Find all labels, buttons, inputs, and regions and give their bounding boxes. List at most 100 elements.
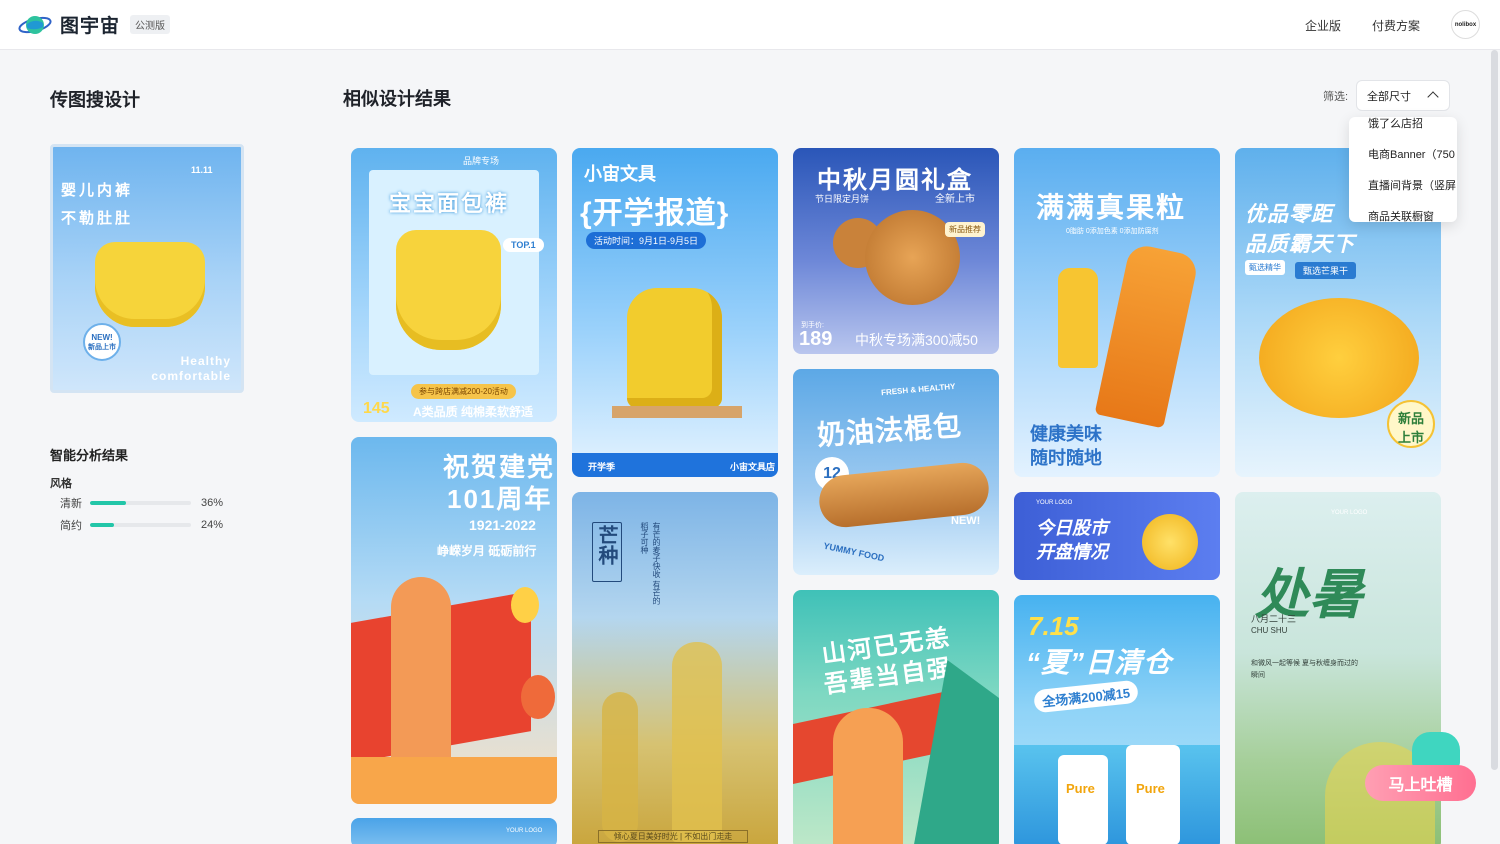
card-date: 八月二十三 [1251,614,1297,624]
card-date: 7.15 [1028,611,1079,641]
new-label: NEW! [951,515,981,527]
size-filter-select[interactable]: 全部尺寸 [1356,80,1450,111]
filter-option[interactable]: 直播间背景（竖屏 [1368,177,1456,193]
design-card-partial[interactable]: YOUR LOGO [351,818,557,844]
mango-illustration [1259,298,1419,418]
style-value: 36% [201,497,224,509]
design-card-diaper[interactable]: 品牌专场 宝宝面包裤 TOP.1 参与跨店满减200-20活动 145 A类品质… [351,148,557,422]
design-card-country[interactable]: 山河已无恙 吾辈当自强 [793,590,999,844]
card-line2: 开盘情况 [1036,542,1108,562]
water-illustration [1014,745,1220,844]
card-tag: FRESH & HEALTHY [880,381,956,398]
card-years: 1921-2022 [469,517,536,533]
card-headline: “夏”日清仓 [1026,647,1173,678]
design-card-school[interactable]: 小宙文具 {开学报道} 活动时间：9月1日-9月5日 开学季 小宙文具店 [572,148,778,477]
rice-illustration [602,692,638,842]
card-footer: 倾心夏日美好时光 | 不如出门走走 [598,830,748,843]
filter-option[interactable]: 商品关联橱窗 [1368,208,1434,222]
card-line1: 今日股市 [1036,518,1108,538]
logo[interactable]: 图宇宙 公测版 [18,11,171,38]
app-name: 图宇宙 [60,16,121,37]
coins-illustration [1142,514,1198,570]
balloon-illustration [521,675,555,719]
feedback-label: 马上吐槽 [1388,777,1453,794]
card-sub: 0脂肪 0添加色素 0添加防腐剂 [1066,228,1159,235]
planet-logo-icon [18,15,52,34]
style-bar-fill [90,523,115,527]
card-line1: 健康美味 [1030,424,1102,444]
left-panel-title: 传图搜设计 [50,90,140,110]
card-verse: 有芒的麦子快收 有芒的稻子可种 [640,522,661,605]
design-card-juice[interactable]: 满满真果粒 0脂肪 0添加色素 0添加防腐剂 健康美味 随时随地 [1014,148,1220,477]
balloon-illustration [511,587,539,623]
diaper-illustration [95,242,205,327]
style-stat-row: 清新 36% [60,496,223,510]
new-badge: NEW! 新品上市 [83,323,121,361]
style-stat-row: 简约 24% [60,518,223,532]
new-badge: 新品 上市 [1387,400,1435,448]
design-card-mangzhong[interactable]: 芒种 有芒的麦子快收 有芒的稻子可种 倾心夏日美好时光 | 不如出门走走 [572,492,778,844]
diaper-illustration [396,230,501,350]
drink-carton-illustration [1058,755,1108,844]
filter-option[interactable]: 电商Banner（750 [1368,146,1455,162]
card-desc: 和微风一起等候 夏与秋缠身而过的瞬间 [1251,660,1358,679]
page-scrollbar[interactable] [1491,50,1498,770]
card-desc: A类品质 纯棉柔软舒适 [413,405,534,419]
filter-value: 全部尺寸 [1367,90,1411,103]
tag-pill: 甄选精华 [1245,260,1285,275]
card-headline: {开学报道} [580,197,730,230]
style-bar-fill [90,501,127,505]
pillar-illustration [833,708,903,844]
filter-option[interactable]: 饿了么店招 [1368,117,1423,131]
card-headline: 奶油法棍包 [816,409,964,452]
new-badge-line1: 新品 [1397,411,1424,426]
new-badge-cn: 新品上市 [88,344,116,351]
card-logo: YOUR LOGO [1331,510,1368,516]
juice-bottle-illustration [1094,242,1200,429]
feedback-button[interactable]: 马上吐槽 [1365,765,1476,801]
card-title: 芒种 [592,522,622,582]
design-card-stock[interactable]: YOUR LOGO 今日股市 开盘情况 [1014,492,1220,580]
style-label: 清新 [60,498,82,510]
query-image[interactable]: 婴儿内裤 不勒肚肚 11.11 NEW! 新品上市 Healthy comfor… [50,144,244,393]
new-badge: 新品推荐 [945,222,985,237]
filter-dropdown: 饿了么店招 电商Banner（750 直播间背景（竖屏 商品关联橱窗 [1349,117,1457,222]
yummy-label: YUMMY FOOD [822,540,886,564]
nav-pricing[interactable]: 付费方案 [1372,17,1420,34]
card-logo: YOUR LOGO [1036,500,1073,506]
style-label: 简约 [60,520,82,532]
card-tag: 品牌专场 [463,156,500,166]
card-price: 145 [363,400,390,417]
card-sub: 峥嵘岁月 砥砺前行 [437,544,537,558]
query-image-tail1: Healthy [180,354,231,368]
juice-bottle-illustration [1058,268,1098,368]
style-bar [90,523,191,527]
card-promo: 中秋专场满300减50 [855,332,978,348]
avatar[interactable]: nolibox [1451,10,1480,39]
new-badge-en: NEW! [91,333,113,342]
card-headline-2: 101周年 [447,484,553,514]
style-value: 24% [201,519,224,531]
card-logo: YOUR LOGO [506,828,543,834]
query-image-line1: 婴儿内裤 [61,182,134,199]
chevron-up-icon [1427,91,1439,103]
query-image-date: 11.11 [191,165,213,175]
design-card-mooncake[interactable]: 中秋月圆礼盒 节日限定月饼 全新上市 新品推荐 到手价: 189 中秋专场满30… [793,148,999,354]
style-bar [90,501,191,505]
rice-illustration [672,642,722,842]
card-sub-right: 全新上市 [935,194,975,205]
card-line2: 品质霸天下 [1245,233,1355,256]
card-footer-left: 开学季 [588,462,616,472]
style-title: 风格 [50,478,72,490]
top-bar: 图宇宙 公测版 企业版 付费方案 nolibox [0,0,1500,50]
promo-pill: 参与跨店满减200-20活动 [411,384,516,399]
brand-label: Pure [1136,781,1165,796]
design-card-summer[interactable]: 7.15 “夏”日清仓 全场满200减15 Pure Pure [1014,595,1220,844]
design-card-bread[interactable]: FRESH & HEALTHY 奶油法棍包 12 NEW! YUMMY FOOD [793,369,999,575]
beta-badge: 公测版 [130,15,171,34]
brand-label: Pure [1066,781,1095,796]
nav-enterprise[interactable]: 企业版 [1305,17,1341,34]
card-pinyin: CHU SHU [1251,626,1288,635]
backpack-illustration [627,288,722,408]
design-card-party[interactable]: 祝贺建党 101周年 1921-2022 峥嵘岁月 砥砺前行 [351,437,557,804]
